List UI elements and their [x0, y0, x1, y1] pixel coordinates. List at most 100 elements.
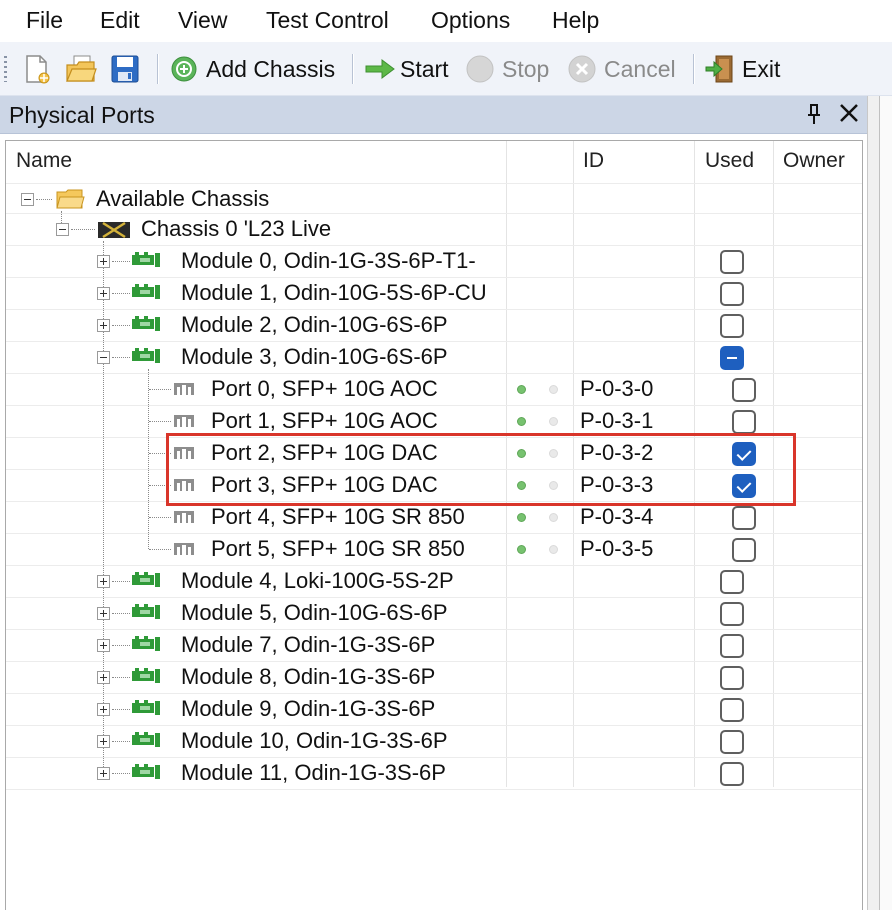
used-checkbox[interactable]	[720, 346, 744, 370]
menu-file[interactable]: File	[26, 7, 63, 34]
expand-toggle[interactable]	[97, 319, 110, 332]
tree-item-label: Module 1, Odin-10G-5S-6P-CU	[181, 280, 487, 305]
stop-button[interactable]: Stop	[465, 42, 549, 96]
expand-toggle[interactable]	[97, 575, 110, 588]
tree-connector	[112, 741, 130, 742]
tree-connector	[149, 421, 171, 422]
start-button[interactable]: Start	[364, 42, 449, 96]
expand-toggle[interactable]	[97, 639, 110, 652]
menu-test-control[interactable]: Test Control	[266, 7, 389, 34]
used-checkbox[interactable]	[720, 666, 744, 690]
tree-connector	[112, 645, 130, 646]
module-icon	[132, 284, 160, 299]
toolbar-grip[interactable]	[4, 56, 7, 82]
tree-item-module[interactable]: Module 11, Odin-1G-3S-6P	[6, 757, 862, 789]
tree-connector	[112, 293, 130, 294]
tree-item-port[interactable]: Port 5, SFP+ 10G SR 850 P-0-3-5	[6, 533, 862, 565]
used-checkbox[interactable]	[720, 602, 744, 626]
expand-toggle[interactable]	[97, 671, 110, 684]
menu-options[interactable]: Options	[431, 7, 510, 34]
tree-item-label: Port 5, SFP+ 10G SR 850	[211, 536, 465, 561]
tree-connector	[112, 677, 130, 678]
module-icon	[132, 316, 160, 331]
tree-connector	[149, 389, 171, 390]
collapse-toggle[interactable]	[21, 193, 34, 206]
pin-icon[interactable]	[806, 102, 822, 132]
tree-item-chassis[interactable]: Chassis 0 'L23 Live	[6, 213, 862, 245]
tree-item-module[interactable]: Module 4, Loki-100G-5S-2P	[6, 565, 862, 597]
stop-circle-icon	[466, 55, 494, 83]
save-button[interactable]	[108, 42, 142, 96]
collapse-toggle[interactable]	[56, 223, 69, 236]
module-icon	[132, 604, 160, 619]
scrollbar[interactable]	[879, 96, 892, 910]
tree-item-label: Module 8, Odin-1G-3S-6P	[181, 664, 436, 689]
tree-item-module[interactable]: Module 9, Odin-1G-3S-6P	[6, 693, 862, 725]
expand-toggle[interactable]	[97, 607, 110, 620]
exit-button[interactable]: Exit	[704, 42, 780, 96]
used-checkbox[interactable]	[732, 538, 756, 562]
cancel-button[interactable]: Cancel	[567, 42, 676, 96]
tree-item-module[interactable]: Module 3, Odin-10G-6S-6P	[6, 341, 862, 373]
menu-edit[interactable]: Edit	[100, 7, 140, 34]
tree-item-label: Module 10, Odin-1G-3S-6P	[181, 728, 448, 753]
used-checkbox[interactable]	[720, 762, 744, 786]
module-icon	[132, 668, 160, 683]
used-checkbox[interactable]	[720, 698, 744, 722]
used-checkbox[interactable]	[732, 410, 756, 434]
tree-connector	[149, 517, 171, 518]
tree-item-module[interactable]: Module 5, Odin-10G-6S-6P	[6, 597, 862, 629]
exit-label: Exit	[742, 55, 781, 82]
port-icon	[174, 543, 194, 555]
expand-toggle[interactable]	[97, 255, 110, 268]
column-header-owner[interactable]: Owner	[783, 141, 845, 183]
link-status-led	[517, 513, 526, 522]
used-checkbox[interactable]	[732, 378, 756, 402]
tree-item-module[interactable]: Module 2, Odin-10G-6S-6P	[6, 309, 862, 341]
module-icon	[132, 348, 160, 363]
open-button[interactable]	[64, 42, 98, 96]
tree-item-module[interactable]: Module 10, Odin-1G-3S-6P	[6, 725, 862, 757]
expand-toggle[interactable]	[97, 287, 110, 300]
expand-toggle[interactable]	[97, 703, 110, 716]
port-icon	[174, 383, 194, 395]
menu-view[interactable]: View	[178, 7, 227, 34]
tree-item-module[interactable]: Module 0, Odin-1G-3S-6P-T1-	[6, 245, 862, 277]
activity-led	[549, 417, 558, 426]
tree-item-label: Module 11, Odin-1G-3S-6P	[181, 760, 446, 785]
add-chassis-button[interactable]: Add Chassis	[170, 42, 335, 96]
used-checkbox[interactable]	[720, 730, 744, 754]
tree-item-port[interactable]: Port 0, SFP+ 10G AOC P-0-3-0	[6, 373, 862, 405]
toolbar-separator	[157, 54, 159, 84]
tree-item-module[interactable]: Module 8, Odin-1G-3S-6P	[6, 661, 862, 693]
used-checkbox[interactable]	[720, 314, 744, 338]
cancel-label: Cancel	[604, 55, 676, 82]
used-checkbox[interactable]	[720, 250, 744, 274]
expand-toggle[interactable]	[97, 735, 110, 748]
toolbar: Add Chassis Start Stop Cancel Exit	[0, 42, 892, 96]
tree-item-label: Chassis 0 'L23 Live	[141, 216, 332, 241]
module-icon	[132, 636, 160, 651]
add-circle-icon	[171, 56, 197, 82]
module-icon	[132, 700, 160, 715]
tree-connector	[112, 325, 130, 326]
column-header-used[interactable]: Used	[705, 141, 754, 183]
collapse-toggle[interactable]	[97, 351, 110, 364]
tree-item-available-chassis[interactable]: Available Chassis	[6, 183, 862, 215]
column-header-name[interactable]: Name	[16, 141, 72, 183]
tree-item-module[interactable]: Module 7, Odin-1G-3S-6P	[6, 629, 862, 661]
close-panel-icon[interactable]	[838, 99, 860, 132]
used-checkbox[interactable]	[720, 282, 744, 306]
new-button[interactable]	[22, 42, 52, 96]
used-checkbox[interactable]	[732, 506, 756, 530]
expand-toggle[interactable]	[97, 767, 110, 780]
column-header-id[interactable]: ID	[583, 141, 604, 183]
menu-help[interactable]: Help	[552, 7, 599, 34]
used-checkbox[interactable]	[720, 634, 744, 658]
tree-connector	[112, 613, 130, 614]
link-status-led	[517, 545, 526, 554]
tree-item-module[interactable]: Module 1, Odin-10G-5S-6P-CU	[6, 277, 862, 309]
tree-item-label: Module 0, Odin-1G-3S-6P-T1-	[181, 248, 476, 273]
used-checkbox[interactable]	[720, 570, 744, 594]
open-folder-icon	[66, 55, 97, 82]
